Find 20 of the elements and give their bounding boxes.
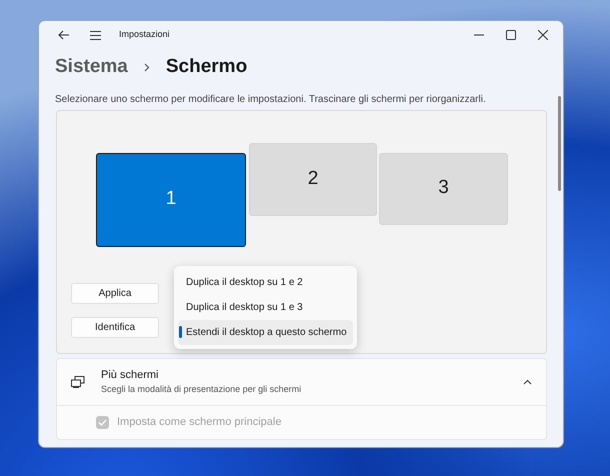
monitor-tile[interactable]: 1 [96,152,246,246]
action-button[interactable]: Identifica [71,316,159,338]
breadcrumb-link[interactable]: Sistema [55,53,128,82]
page-title: Schermo [166,55,248,79]
section-subtitle: Scegli la modalità di presentazione per gli schermi [101,383,302,396]
checkbox-label: Imposta come schermo principale [117,414,282,430]
section-title: Più schermi [101,368,160,382]
chevron-icon[interactable] [523,378,532,384]
monitors-icon [71,376,85,388]
monitor-tile[interactable]: 3 [379,152,508,224]
menu-item[interactable]: Estendi il desktop a questo schermo [178,320,353,344]
description-text: Selezionare uno schermo per modificare le impostazioni. Trascinare gli schermi per riorganizzarli. [55,94,486,104]
monitor-tile[interactable]: 2 [249,142,377,216]
menu-item[interactable]: Duplica il desktop su 1 e 3 [178,294,353,320]
check-icon [98,418,107,426]
action-button[interactable]: Applica [71,282,159,304]
chevron-icon [144,62,150,72]
window-title: Impostazioni [119,28,170,42]
scrollbar-thumb[interactable] [558,96,561,191]
menu-item[interactable]: Duplica il desktop su 1 e 2 [178,270,353,294]
